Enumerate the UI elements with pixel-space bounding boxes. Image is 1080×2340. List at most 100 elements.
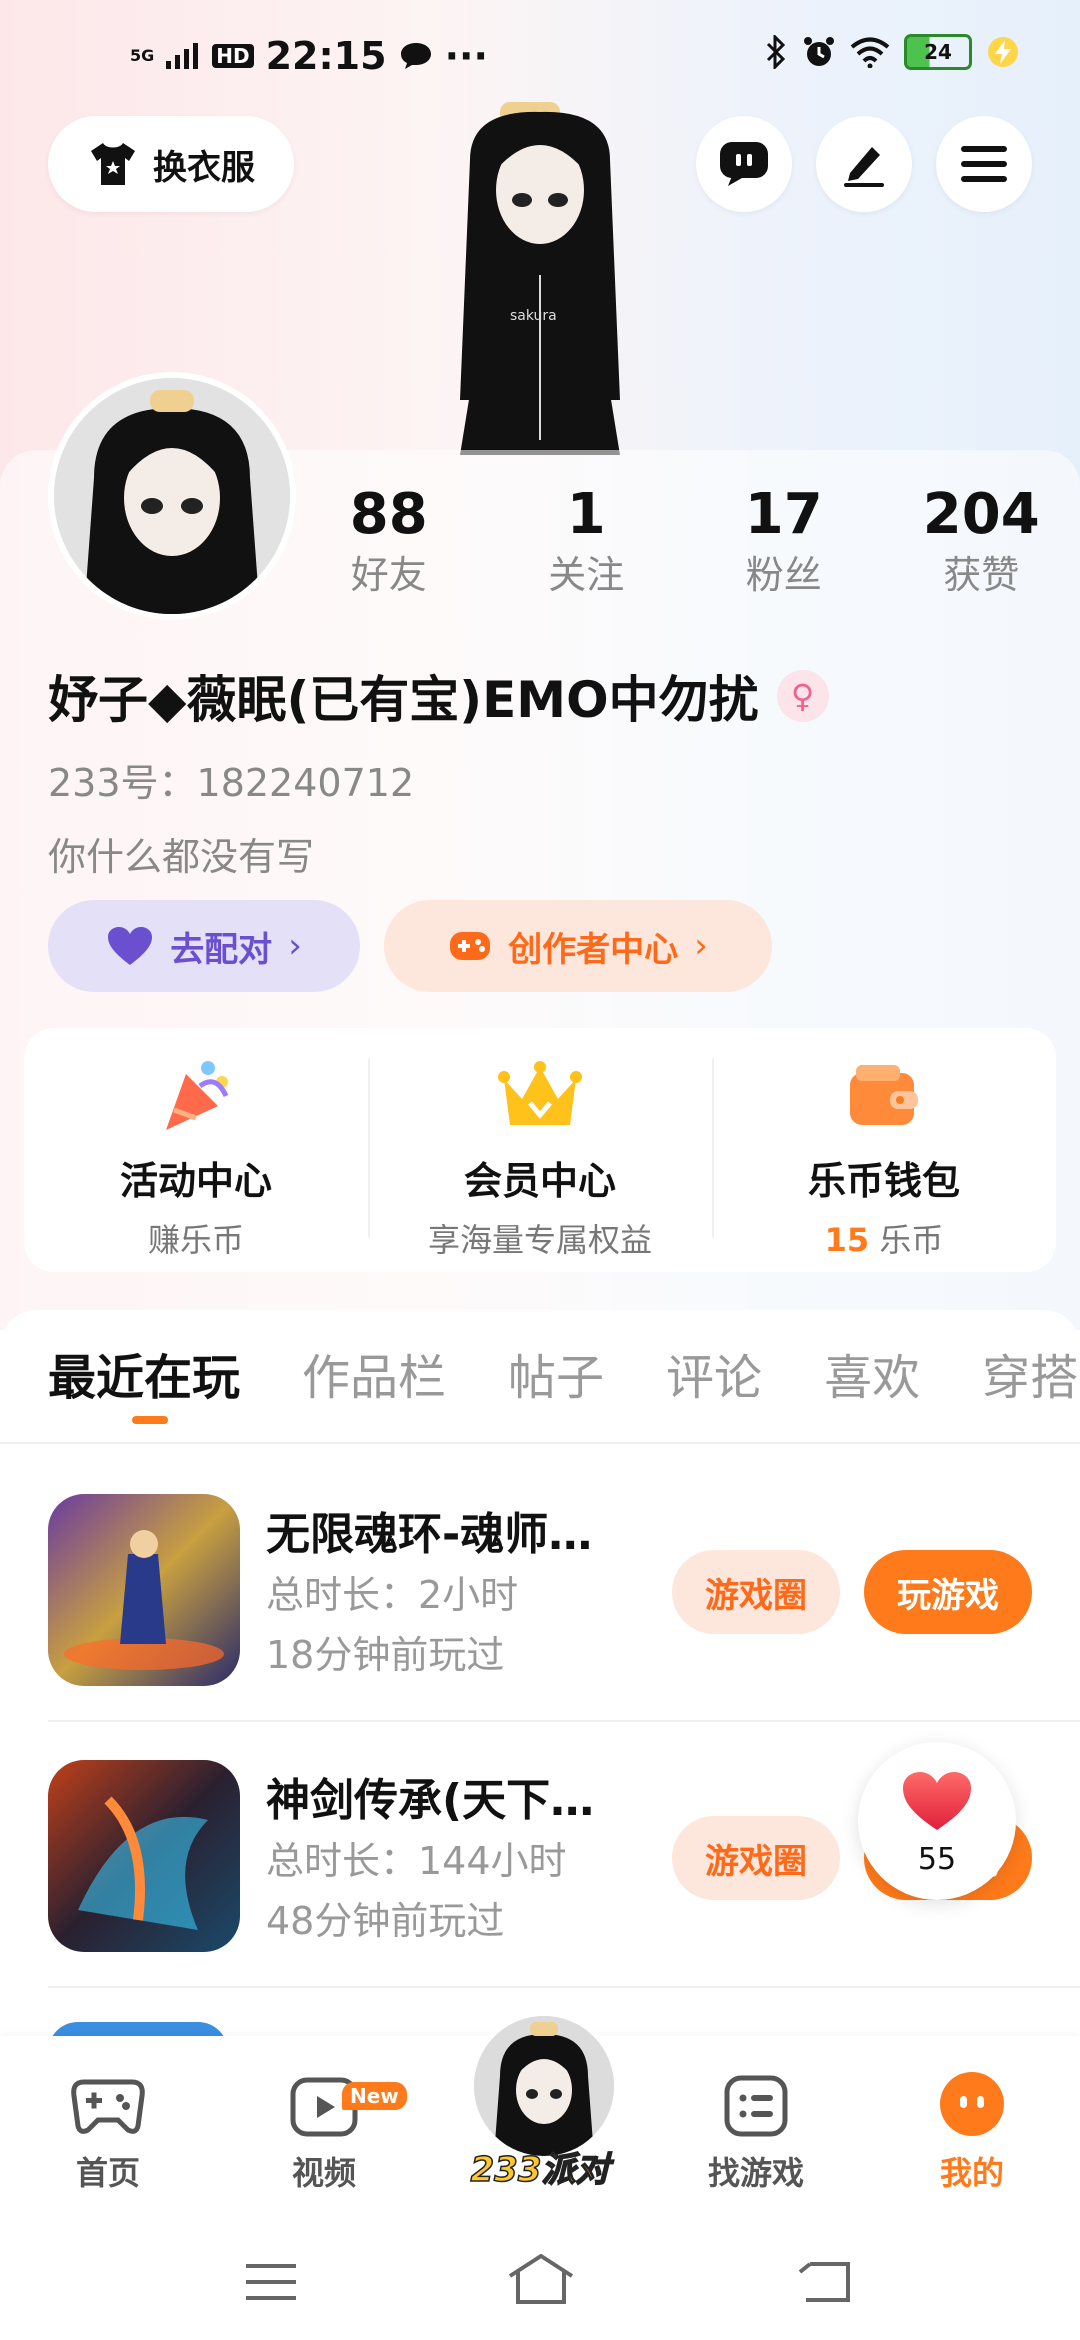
- avatar-character-figure: sakura: [460, 102, 620, 455]
- nav-label: 视频: [291, 2154, 356, 2192]
- wifi-icon: [850, 37, 890, 68]
- game-title: 无限魂环-魂师…: [266, 1509, 593, 1560]
- stat-label: 好友: [350, 553, 427, 597]
- change-outfit-label: 换衣服: [153, 147, 255, 188]
- stat-followers[interactable]: 17 粉丝: [685, 480, 883, 600]
- bio[interactable]: 你什么都没有写: [48, 826, 314, 881]
- clock: 22:15: [265, 34, 387, 78]
- membership-center[interactable]: 会员中心 享海量专属权益: [368, 1028, 712, 1272]
- hd-icon: HD: [212, 44, 254, 68]
- nav-video[interactable]: 视频 New: [234, 2066, 414, 2194]
- game-thumbnail[interactable]: [48, 1760, 240, 1952]
- play-duration: 总时长：2小时: [266, 1573, 519, 1617]
- message-notification-icon: [400, 43, 431, 69]
- game-thumbnail[interactable]: [48, 1494, 240, 1686]
- profile-smiley-icon: [940, 2072, 1004, 2136]
- alarm-icon: [804, 37, 834, 66]
- edit-profile-button[interactable]: [816, 116, 912, 212]
- signal-icon: [166, 43, 199, 69]
- recent-apps-icon[interactable]: [246, 2262, 296, 2302]
- play-duration: 总时长：144小时: [266, 1839, 567, 1883]
- party-tab-label[interactable]: 233派对: [440, 2142, 640, 2191]
- game-title: 神剑传承(天下…: [266, 1775, 595, 1826]
- tab-works[interactable]: 作品栏: [302, 1338, 446, 1408]
- home-icon[interactable]: [506, 2254, 576, 2306]
- status-bar: 5G HD 22:15 ··· 24: [0, 0, 1080, 110]
- service-title: 活动中心: [119, 1159, 272, 1203]
- gamepad-icon: [450, 932, 491, 960]
- back-icon[interactable]: [796, 2258, 852, 2304]
- tab-posts[interactable]: 帖子: [508, 1338, 604, 1408]
- services-panel: 活动中心 赚乐币 会员中心 享海量专属权益 乐币钱包 15 乐币: [24, 1028, 1056, 1272]
- user-id[interactable]: 233号：182240712: [48, 752, 414, 807]
- coin-unit: 乐币: [869, 1221, 944, 1259]
- party-avatar-portrait: [474, 2016, 614, 2156]
- nav-mine[interactable]: 我的: [882, 2066, 1062, 2194]
- chat-button[interactable]: [696, 116, 792, 212]
- game-circle-button[interactable]: 游戏圈: [672, 1550, 840, 1634]
- like-float-button[interactable]: 55: [858, 1742, 1016, 1900]
- tab-comments[interactable]: 评论: [666, 1338, 762, 1408]
- service-subtitle: 15 乐币: [712, 1215, 1056, 1261]
- tshirt-icon: [91, 143, 135, 185]
- party-popper-icon: [166, 1061, 229, 1130]
- menu-button[interactable]: [936, 116, 1032, 212]
- coin-balance: 15: [824, 1221, 870, 1259]
- nickname: 妤子◆薇眠(已有宝)EMO中勿扰: [48, 671, 759, 729]
- profile-stats: 88 好友 1 关注 17 粉丝 204 获赞: [290, 480, 1080, 600]
- creator-center-button[interactable]: 创作者中心 ›: [384, 900, 772, 992]
- svg-text:sakura: sakura: [510, 308, 557, 324]
- nav-label: 找游戏: [707, 2154, 804, 2192]
- avatar[interactable]: [48, 372, 296, 620]
- game-circle-button[interactable]: 游戏圈: [672, 1816, 840, 1900]
- stat-number: 88: [349, 482, 428, 547]
- tab-outfits[interactable]: 穿搭: [982, 1338, 1078, 1408]
- match-label: 去配对: [170, 929, 273, 970]
- nav-home[interactable]: 首页: [18, 2066, 198, 2194]
- stat-number: 17: [744, 482, 823, 547]
- nickname-row: 妤子◆薇眠(已有宝)EMO中勿扰 ♀: [48, 660, 829, 732]
- stat-friends[interactable]: 88 好友: [290, 480, 488, 600]
- last-played: 18分钟前玩过: [266, 1633, 505, 1677]
- nav-label: 我的: [939, 2154, 1004, 2192]
- coin-wallet[interactable]: 乐币钱包 15 乐币: [712, 1028, 1056, 1272]
- party-avatar-button[interactable]: [470, 2012, 618, 2160]
- avatar-portrait: [54, 378, 290, 614]
- crown-icon: [498, 1061, 582, 1125]
- content-tabs-panel: 最近在玩 作品栏 帖子 评论 喜欢 穿搭: [0, 1310, 1080, 1440]
- edit-icon: [844, 147, 884, 187]
- game-cover-art: [48, 1760, 240, 1952]
- change-outfit-button[interactable]: 换衣服: [48, 116, 294, 212]
- network-indicator: 5G: [130, 46, 155, 65]
- wallet-icon: [850, 1065, 918, 1125]
- gamepad-icon: [71, 2079, 145, 2134]
- activity-center[interactable]: 活动中心 赚乐币: [24, 1028, 368, 1272]
- like-count: 55: [917, 1842, 957, 1877]
- chevron-right-icon: ›: [288, 926, 302, 966]
- tab-recently-played[interactable]: 最近在玩: [48, 1338, 240, 1424]
- play-game-button[interactable]: 玩游戏: [864, 1550, 1032, 1634]
- divider: [0, 1442, 1080, 1444]
- game-row[interactable]: 无限魂环-魂师… 总时长：2小时 18分钟前玩过 游戏圈 玩游戏: [0, 1456, 1080, 1722]
- tab-likes[interactable]: 喜欢: [824, 1338, 920, 1408]
- content-tabs: 最近在玩 作品栏 帖子 评论 喜欢 穿搭: [48, 1338, 1078, 1424]
- creator-center-label: 创作者中心: [508, 929, 679, 970]
- nav-label: 首页: [75, 2154, 140, 2192]
- female-gender-icon: ♀: [776, 670, 829, 722]
- service-subtitle: 赚乐币: [147, 1221, 244, 1259]
- battery-indicator: 24: [904, 34, 972, 70]
- game-cover-art: [48, 1494, 240, 1686]
- system-navigation-bar: [0, 2216, 1080, 2340]
- stat-number: 204: [922, 482, 1040, 547]
- stat-number: 1: [566, 482, 606, 547]
- bluetooth-icon: [766, 35, 786, 69]
- service-title: 乐币钱包: [807, 1159, 960, 1203]
- nav-find-games[interactable]: 找游戏: [666, 2066, 846, 2194]
- more-notifications: ···: [444, 34, 488, 78]
- hamburger-menu-icon: [961, 146, 1007, 182]
- charging-icon: [988, 37, 1018, 67]
- match-button[interactable]: 去配对 ›: [48, 900, 360, 992]
- last-played: 48分钟前玩过: [266, 1899, 505, 1943]
- stat-following[interactable]: 1 关注: [488, 480, 686, 600]
- stat-likes[interactable]: 204 获赞: [883, 480, 1080, 600]
